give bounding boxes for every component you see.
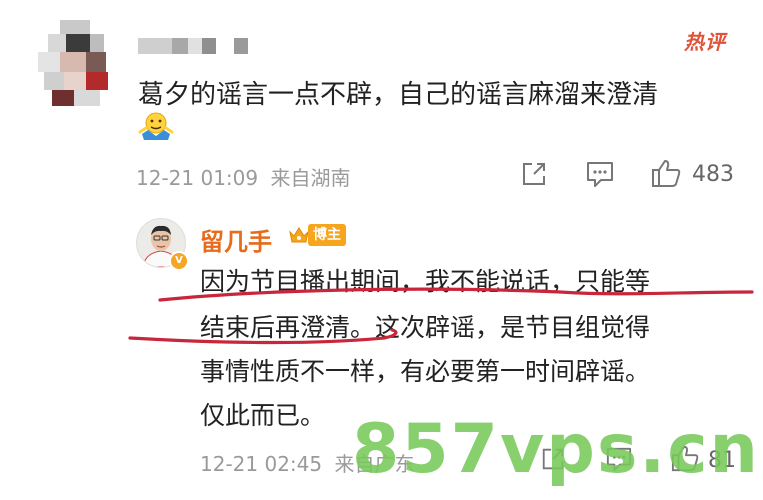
thumbs-up-icon xyxy=(652,160,681,187)
reply-text-line: 因为节目播出期间，我不能说话，只能等 xyxy=(200,267,651,296)
reply-text-line: 事情性质不一样，有必要第一时间辟谣。 xyxy=(200,357,651,386)
reply-text-line: 仅此而已。 xyxy=(200,401,326,430)
username-blurred[interactable] xyxy=(138,38,258,58)
comment-time: 12-21 01:09 xyxy=(136,166,259,190)
comment-meta: 12-21 01:09 来自湖南 xyxy=(136,162,350,191)
comment-text: 葛夕的谣言一点不辟，自己的谣言麻溜来澄清 xyxy=(138,80,659,110)
crown-icon xyxy=(289,227,309,243)
verified-badge-icon: V xyxy=(169,251,189,271)
shrug-emoji-icon xyxy=(138,110,174,144)
blogger-badge-label: 博主 xyxy=(308,224,346,246)
share-button[interactable] xyxy=(520,160,548,188)
hot-comment-badge: 热评 xyxy=(684,30,726,54)
comment-location: 来自湖南 xyxy=(270,166,351,190)
like-button[interactable] xyxy=(650,158,682,188)
share-icon xyxy=(523,163,545,185)
comment-icon xyxy=(587,162,613,187)
comment-button[interactable] xyxy=(585,160,615,188)
watermark: 857vps.cn xyxy=(352,410,760,489)
reply-username[interactable]: 留几手 xyxy=(200,222,272,257)
comment-time: 12-21 02:45 xyxy=(200,452,323,476)
reply-text-line: 结束后再澄清。这次辟谣，是节目组觉得 xyxy=(200,313,651,342)
blogger-badge: 博主 xyxy=(288,222,346,248)
avatar[interactable] xyxy=(38,20,110,106)
like-count: 483 xyxy=(692,162,734,187)
